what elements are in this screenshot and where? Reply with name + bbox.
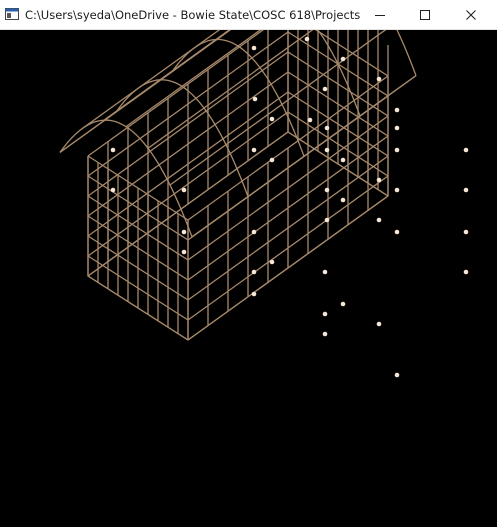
control-point <box>340 301 346 307</box>
control-point <box>463 229 469 235</box>
control-point <box>269 259 275 265</box>
control-point <box>322 86 328 92</box>
control-point <box>181 229 187 235</box>
control-point <box>340 197 346 203</box>
control-point <box>376 321 382 327</box>
control-point <box>181 249 187 255</box>
control-point <box>269 116 275 122</box>
control-point <box>269 157 275 163</box>
control-point <box>324 187 330 193</box>
control-point <box>463 187 469 193</box>
control-point <box>376 177 382 183</box>
control-point <box>394 372 400 378</box>
control-point <box>252 96 258 102</box>
control-point <box>251 291 257 297</box>
control-point <box>322 269 328 275</box>
control-point <box>463 269 469 275</box>
control-point <box>181 187 187 193</box>
hut-wireframe <box>59 30 417 341</box>
control-point <box>394 147 400 153</box>
control-point <box>307 117 313 123</box>
title-bar[interactable]: C:\Users\syeda\OneDrive - Bowie State\CO… <box>0 0 497 30</box>
render-viewport[interactable] <box>0 30 497 527</box>
wireframe-scene <box>59 30 469 378</box>
control-point <box>376 76 382 82</box>
control-point <box>322 311 328 317</box>
minimize-icon <box>375 15 385 16</box>
control-point <box>340 157 346 163</box>
window-title: C:\Users\syeda\OneDrive - Bowie State\CO… <box>25 8 360 22</box>
console-app-icon <box>5 8 19 20</box>
control-point <box>324 217 330 223</box>
control-point <box>376 217 382 223</box>
control-point <box>251 147 257 153</box>
control-point <box>463 147 469 153</box>
control-point <box>304 36 310 42</box>
control-point <box>324 147 330 153</box>
control-point <box>394 187 400 193</box>
maximize-icon <box>420 10 430 20</box>
maximize-button[interactable] <box>402 0 448 30</box>
control-point <box>110 147 116 153</box>
roof-eave-back <box>59 30 232 153</box>
control-point <box>394 125 400 131</box>
control-point <box>251 45 257 51</box>
minimize-button[interactable] <box>357 0 403 30</box>
control-point <box>251 229 257 235</box>
control-point <box>340 56 346 62</box>
close-button[interactable] <box>448 0 494 30</box>
roof-purlin <box>59 30 232 153</box>
close-icon <box>466 10 476 20</box>
roof-purlin <box>125 30 262 128</box>
control-point <box>251 269 257 275</box>
control-point <box>322 331 328 337</box>
control-point <box>394 229 400 235</box>
control-point <box>394 107 400 113</box>
control-point <box>110 187 116 193</box>
control-point <box>324 125 330 131</box>
app-window: C:\Users\syeda\OneDrive - Bowie State\CO… <box>0 0 497 527</box>
